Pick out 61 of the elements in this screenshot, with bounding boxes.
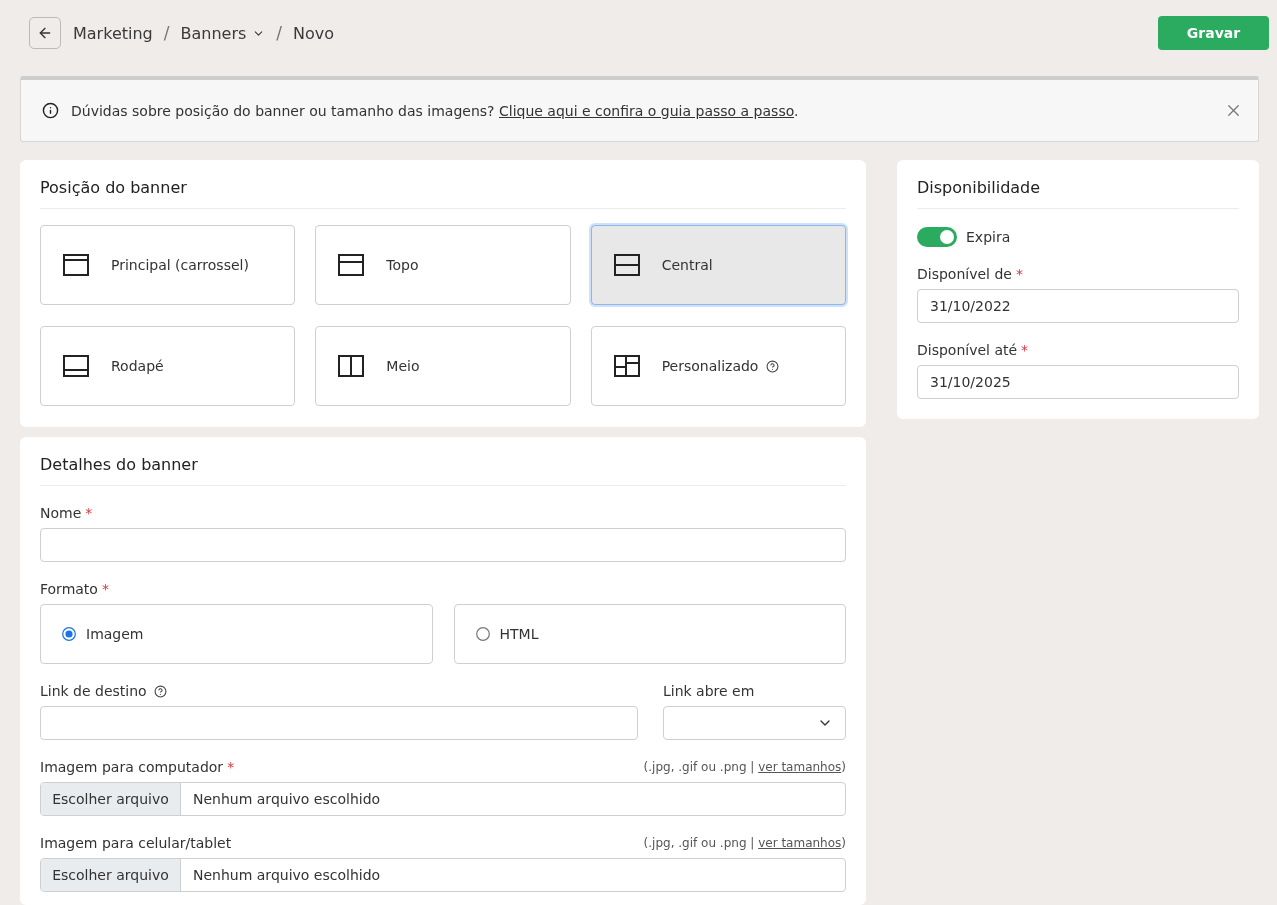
field-label: Disponível até * — [917, 341, 1029, 360]
date-input[interactable]: 31/10/2025 — [917, 365, 1239, 399]
radio-icon[interactable] — [475, 627, 490, 641]
select-field[interactable] — [663, 706, 846, 740]
field-label: Disponível de * — [917, 265, 1023, 284]
file-input[interactable]: Escolher arquivo Nenhum arquivo escolhido — [40, 782, 846, 816]
radio-icon[interactable] — [62, 627, 76, 641]
file-status: Nenhum arquivo escolhido — [192, 790, 381, 809]
format-option[interactable]: Imagem — [40, 604, 433, 664]
help-icon[interactable] — [153, 684, 167, 698]
field-label: Link de destino — [40, 682, 147, 701]
position-option[interactable]: Personalizado — [590, 326, 846, 406]
position-option[interactable]: Central — [590, 225, 846, 305]
breadcrumb-separator: / — [163, 23, 170, 43]
layout-icon — [613, 355, 640, 377]
breadcrumb-link[interactable]: Marketing — [73, 23, 153, 43]
notice-text: Dúvidas sobre posição do banner ou tamanho das imagens? Clique aqui e confira o guia passo a passo. — [71, 102, 800, 119]
option-label: Principal (carrossel) — [111, 257, 249, 273]
file-type-hint: (.jpg, .gif ou .png | ver tamanhos) — [643, 760, 846, 774]
option-label: Personalizado — [661, 358, 759, 374]
card-title: Disponibilidade — [917, 178, 1041, 198]
position-option[interactable]: Rodapé — [40, 326, 296, 406]
layout-icon — [338, 355, 365, 377]
file-input[interactable]: Escolher arquivo Nenhum arquivo escolhido — [40, 858, 846, 892]
choose-file-button[interactable]: Escolher arquivo — [41, 783, 181, 815]
breadcrumb-separator: / — [276, 23, 283, 43]
layout-icon — [613, 254, 640, 276]
card-title: Detalhes do banner — [40, 455, 198, 475]
field-label: Link abre em — [663, 682, 755, 701]
sizes-link[interactable]: ver tamanhos — [758, 760, 842, 774]
date-input[interactable]: 31/10/2022 — [917, 289, 1239, 323]
file-type-hint: (.jpg, .gif ou .png | ver tamanhos) — [643, 836, 846, 850]
option-label: Topo — [386, 257, 419, 273]
field-label: Imagem para celular/tablet — [40, 834, 232, 853]
breadcrumb-current: Novo — [293, 23, 335, 43]
choose-file-button[interactable]: Escolher arquivo — [41, 859, 181, 891]
layout-icon — [63, 355, 89, 377]
option-label: Rodapé — [111, 358, 164, 374]
position-option[interactable]: Principal (carrossel) — [40, 225, 296, 305]
sizes-link[interactable]: ver tamanhos — [758, 836, 842, 850]
card-title: Posição do banner — [40, 178, 187, 198]
position-option[interactable]: Meio — [315, 326, 571, 406]
field-label: Formato * — [40, 580, 109, 599]
toggle-switch[interactable] — [917, 227, 957, 247]
breadcrumb-link[interactable]: Banners — [180, 23, 266, 43]
info-icon — [42, 102, 59, 119]
back-button[interactable] — [29, 17, 61, 49]
link-input[interactable] — [40, 706, 638, 740]
name-input[interactable] — [40, 528, 846, 562]
option-label: Central — [661, 257, 713, 273]
option-label: Meio — [386, 358, 420, 374]
layout-icon — [63, 254, 89, 276]
field-label: Imagem para computador * — [40, 758, 235, 777]
field-label: Nome * — [40, 504, 93, 523]
help-icon[interactable] — [766, 359, 780, 373]
guide-link[interactable]: Clique aqui e confira o guia passo a passo — [498, 102, 794, 119]
file-status: Nenhum arquivo escolhido — [192, 866, 381, 885]
position-option[interactable]: Topo — [315, 225, 571, 305]
layout-icon — [338, 254, 365, 276]
format-option[interactable]: HTML — [453, 604, 846, 664]
toggle-label: Expira — [966, 228, 1011, 247]
